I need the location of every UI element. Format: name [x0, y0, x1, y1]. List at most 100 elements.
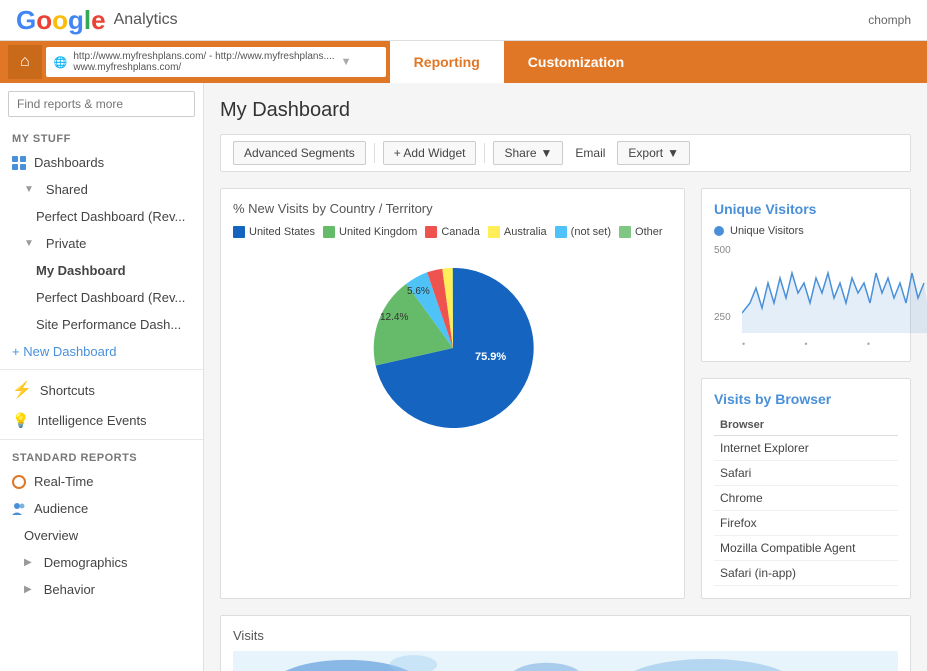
- url-text: http://www.myfreshplans.com/ - http://ww…: [73, 51, 334, 62]
- export-arrow-icon: ▼: [667, 146, 679, 160]
- sidebar-item-shared[interactable]: ▼ Shared: [0, 176, 203, 203]
- behavior-label: Behavior: [44, 582, 95, 597]
- legend-label-notset: (not set): [571, 226, 611, 238]
- export-button[interactable]: Export ▼: [617, 141, 690, 165]
- standard-reports-section: STANDARD REPORTS: [0, 444, 203, 468]
- svg-text:75.9%: 75.9%: [475, 351, 506, 363]
- logo-g2: g: [68, 5, 84, 35]
- navbar: ⌂ 🌐 http://www.myfreshplans.com/ - http:…: [0, 41, 927, 83]
- share-label: Share: [504, 146, 536, 160]
- url-bar[interactable]: 🌐 http://www.myfreshplans.com/ - http://…: [46, 47, 386, 77]
- sidebar-item-intelligence-events[interactable]: 💡 Intelligence Events: [0, 406, 203, 435]
- sidebar-item-my-dashboard[interactable]: My Dashboard: [0, 257, 203, 284]
- demographics-arrow-icon: ▶: [24, 557, 32, 568]
- realtime-icon: [12, 475, 26, 489]
- svg-text:5.6%: 5.6%: [407, 286, 430, 297]
- search-input[interactable]: [8, 91, 195, 117]
- x-axis: • • •: [714, 335, 898, 349]
- header: Google Analytics chomph: [0, 0, 927, 41]
- legend-dot-uk: [323, 226, 335, 238]
- export-label: Export: [628, 146, 663, 160]
- map-svg: [233, 651, 898, 671]
- legend-uk: United Kingdom: [323, 226, 417, 238]
- table-row: Safari: [714, 461, 898, 486]
- collapse-icon: ▼: [24, 184, 34, 195]
- intelligence-label: Intelligence Events: [37, 413, 146, 428]
- perfect-dashboard-private-label: Perfect Dashboard (Rev...: [36, 290, 185, 305]
- url-sub: www.myfreshplans.com/: [73, 62, 334, 73]
- share-button[interactable]: Share ▼: [493, 141, 563, 165]
- globe-icon: 🌐: [54, 56, 68, 69]
- map-container: [233, 651, 898, 671]
- collapse-private-icon: ▼: [24, 238, 34, 249]
- tab-reporting[interactable]: Reporting: [390, 41, 504, 83]
- logo-text: Analytics: [114, 11, 178, 29]
- pie-chart-widget: % New Visits by Country / Territory Unit…: [220, 188, 685, 599]
- realtime-label: Real-Time: [34, 474, 93, 489]
- sidebar-item-demographics[interactable]: ▶ Demographics: [0, 549, 203, 576]
- y-min: 250: [714, 312, 731, 323]
- side-widgets: Unique Visitors Unique Visitors 500 250: [701, 188, 911, 599]
- table-row: Firefox: [714, 511, 898, 536]
- page-title: My Dashboard: [220, 99, 911, 122]
- widgets-row: % New Visits by Country / Territory Unit…: [220, 188, 911, 599]
- shared-label: Shared: [46, 182, 88, 197]
- dashboards-icon: [12, 156, 26, 170]
- dropdown-arrow-icon: ▼: [341, 56, 352, 68]
- logo-o2: o: [52, 5, 68, 35]
- logo-e: e: [91, 5, 105, 35]
- unique-visitors-chart: 500 250: [714, 245, 898, 335]
- browser-row-3: Chrome: [714, 486, 898, 511]
- legend-us: United States: [233, 226, 315, 238]
- legend-label-other: Other: [635, 226, 663, 238]
- advanced-segments-button[interactable]: Advanced Segments: [233, 141, 366, 165]
- unique-visitors-legend-label: Unique Visitors: [730, 225, 804, 237]
- new-dashboard-button[interactable]: + New Dashboard: [0, 338, 203, 365]
- sidebar-item-overview[interactable]: Overview: [0, 522, 203, 549]
- sidebar-item-behavior[interactable]: ▶ Behavior: [0, 576, 203, 603]
- sidebar-item-shortcuts[interactable]: ⚡ Shortcuts: [0, 374, 203, 406]
- y-max: 500: [714, 245, 731, 256]
- table-row: Internet Explorer: [714, 436, 898, 461]
- sidebar-item-audience[interactable]: Audience: [0, 495, 203, 522]
- pie-legend: United States United Kingdom Canada Aust…: [233, 226, 672, 238]
- browser-row-5: Mozilla Compatible Agent: [714, 536, 898, 561]
- visits-map-title: Visits: [233, 628, 898, 643]
- toolbar-sep-2: [484, 143, 485, 163]
- my-stuff-section: MY STUFF: [0, 125, 203, 149]
- legend-dot-other: [619, 226, 631, 238]
- unique-visitors-dot: [714, 226, 724, 236]
- sidebar-item-perfect-dashboard-private[interactable]: Perfect Dashboard (Rev...: [0, 284, 203, 311]
- sidebar-item-realtime[interactable]: Real-Time: [0, 468, 203, 495]
- add-widget-button[interactable]: + Add Widget: [383, 141, 477, 165]
- browser-row-4: Firefox: [714, 511, 898, 536]
- browser-table: Browser Internet Explorer Safari Chr: [714, 415, 898, 586]
- sidebar-item-dashboards[interactable]: Dashboards: [0, 149, 203, 176]
- toolbar-sep-1: [374, 143, 375, 163]
- content-area: My Dashboard Advanced Segments + Add Wid…: [204, 83, 927, 671]
- search-box: [8, 91, 195, 117]
- tab-customization[interactable]: Customization: [504, 41, 648, 83]
- demographics-label: Demographics: [44, 555, 128, 570]
- legend-dot-us: [233, 226, 245, 238]
- home-button[interactable]: ⌂: [8, 45, 42, 79]
- toolbar: Advanced Segments + Add Widget Share ▼ E…: [220, 134, 911, 172]
- sidebar-item-perfect-dashboard-shared[interactable]: Perfect Dashboard (Rev...: [0, 203, 203, 230]
- browser-row-2: Safari: [714, 461, 898, 486]
- logo: Google Analytics: [16, 5, 178, 36]
- line-chart-svg: [742, 253, 927, 333]
- intelligence-icon: 💡: [12, 412, 29, 429]
- sidebar-item-site-performance[interactable]: Site Performance Dash...: [0, 311, 203, 338]
- pie-chart-container: 75.9% 12.4% 5.6%: [233, 248, 672, 448]
- legend-label-us: United States: [249, 226, 315, 238]
- sidebar: MY STUFF Dashboards ▼ Shared Perfect Das…: [0, 83, 204, 671]
- visits-map-widget: Visits: [220, 615, 911, 671]
- table-row: Mozilla Compatible Agent: [714, 536, 898, 561]
- overview-label: Overview: [24, 528, 78, 543]
- main-layout: MY STUFF Dashboards ▼ Shared Perfect Das…: [0, 83, 927, 671]
- legend-other: Other: [619, 226, 663, 238]
- sidebar-divider-2: [0, 439, 203, 440]
- shortcuts-label: Shortcuts: [40, 383, 95, 398]
- sidebar-item-private[interactable]: ▼ Private: [0, 230, 203, 257]
- email-link[interactable]: Email: [567, 142, 613, 164]
